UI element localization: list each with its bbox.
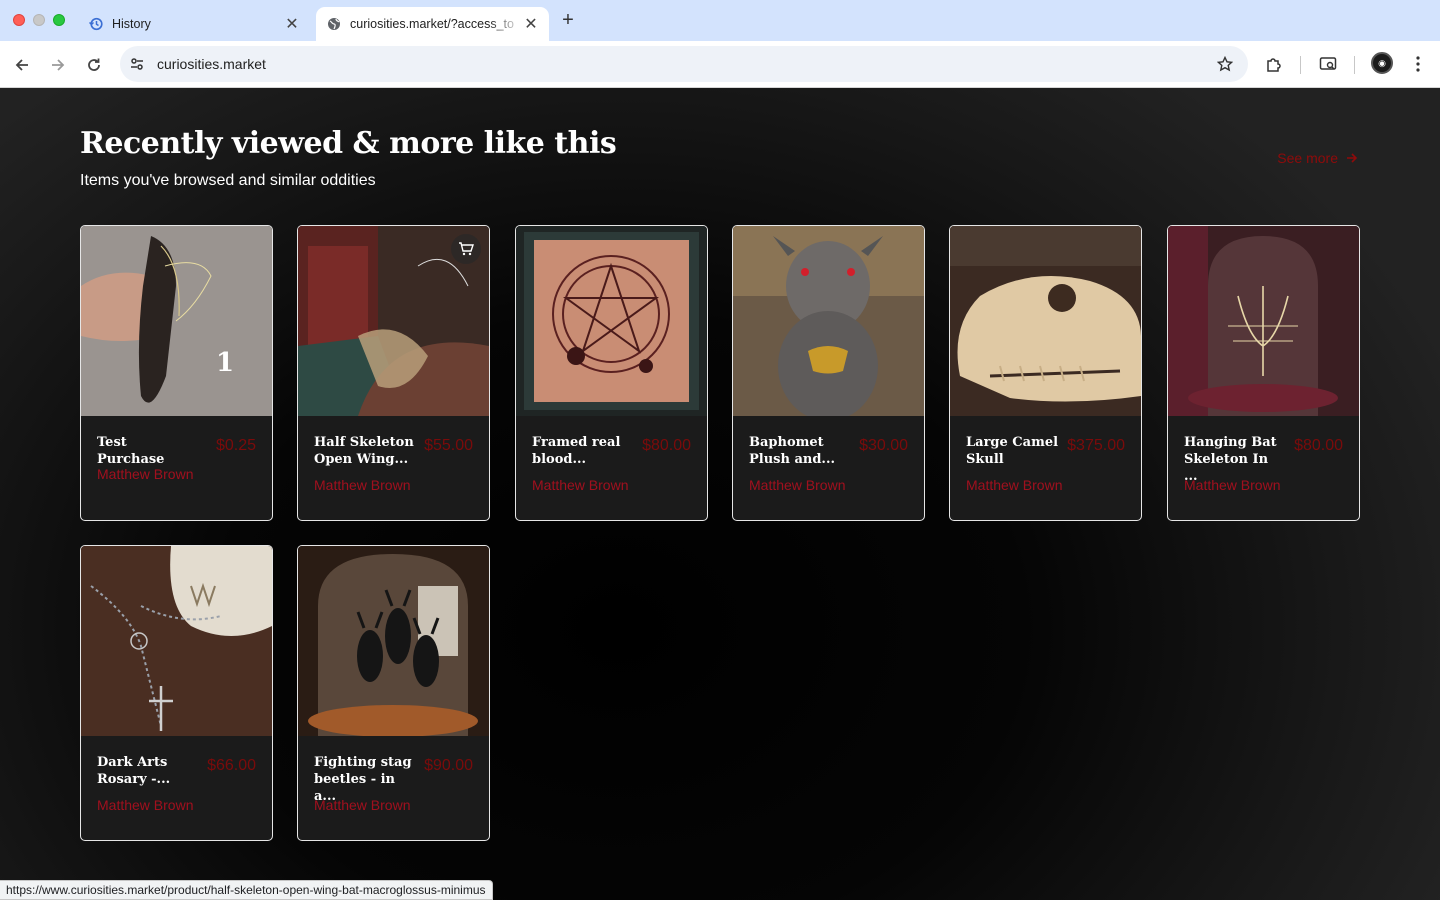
photo-number: 1 xyxy=(216,348,234,378)
product-seller[interactable]: Matthew Brown xyxy=(314,477,410,493)
bookmark-star-icon[interactable] xyxy=(1216,55,1234,73)
product-seller[interactable]: Matthew Brown xyxy=(749,477,845,493)
product-price: $30.00 xyxy=(859,437,908,454)
product-image xyxy=(733,226,924,416)
maximize-window-button[interactable] xyxy=(53,14,65,26)
see-more-label: See more xyxy=(1277,150,1338,166)
product-seller[interactable]: Matthew Brown xyxy=(314,797,410,813)
product-seller[interactable]: Matthew Brown xyxy=(97,797,193,813)
globe-icon xyxy=(326,16,342,32)
product-name[interactable]: Framed real blood... xyxy=(532,434,632,468)
arrow-right-icon xyxy=(1347,153,1358,163)
product-image xyxy=(516,226,707,416)
more-menu-icon[interactable] xyxy=(1407,53,1429,75)
product-card[interactable]: Framed real blood... $80.00 Matthew Brow… xyxy=(515,225,708,521)
product-name[interactable]: Test Purchase xyxy=(97,434,197,468)
arrow-right-icon xyxy=(52,59,65,71)
product-card[interactable]: Large Camel Skull $375.00 Matthew Brown xyxy=(949,225,1142,521)
product-price: $80.00 xyxy=(642,437,691,454)
browser-toolbar: curiosities.market ◉ xyxy=(0,41,1440,88)
close-window-button[interactable] xyxy=(13,14,25,26)
address-bar[interactable]: curiosities.market xyxy=(120,46,1248,82)
minimize-window-button[interactable] xyxy=(33,14,45,26)
back-button[interactable] xyxy=(10,53,34,77)
product-seller[interactable]: Matthew Brown xyxy=(532,477,628,493)
toolbar-divider xyxy=(1354,56,1355,74)
product-seller[interactable]: Matthew Brown xyxy=(97,466,193,482)
section-title: Recently viewed & more like this xyxy=(80,126,617,161)
reload-button[interactable] xyxy=(82,53,106,77)
tab-search-icon[interactable] xyxy=(1317,53,1339,75)
product-seller[interactable]: Matthew Brown xyxy=(1184,477,1280,493)
product-card[interactable]: Dark Arts Rosary -... $66.00 Matthew Bro… xyxy=(80,545,273,841)
url-text: curiosities.market xyxy=(157,56,266,72)
tab-title: History xyxy=(112,17,151,31)
product-name[interactable]: Baphomet Plush and... xyxy=(749,434,849,468)
product-price: $66.00 xyxy=(207,757,256,774)
product-image: 1 xyxy=(81,226,272,416)
product-image xyxy=(950,226,1141,416)
product-price: $0.25 xyxy=(215,437,256,454)
new-tab-button[interactable]: + xyxy=(558,9,578,31)
history-icon xyxy=(88,16,104,32)
product-card[interactable]: Half Skeleton Open Wing... $55.00 Matthe… xyxy=(297,225,490,521)
close-tab-icon[interactable]: ✕ xyxy=(284,16,300,33)
browser-tab-bar: History ✕ curiosities.market/?access_to … xyxy=(0,0,1440,41)
link-status-bar: https://www.curiosities.market/product/h… xyxy=(0,880,493,900)
product-image xyxy=(81,546,272,736)
product-price: $90.00 xyxy=(424,757,473,774)
page-content: Recently viewed & more like this Items y… xyxy=(0,88,1440,900)
product-price: $80.00 xyxy=(1294,437,1343,454)
profile-avatar[interactable]: ◉ xyxy=(1371,52,1393,74)
product-price: $375.00 xyxy=(1067,437,1125,454)
tab-curiosities[interactable]: curiosities.market/?access_to ✕ xyxy=(316,7,549,41)
reload-icon xyxy=(88,58,100,71)
product-name[interactable]: Half Skeleton Open Wing... xyxy=(314,434,414,468)
product-card[interactable]: 1 Test Purchase $0.25 Matthew Brown xyxy=(80,225,273,521)
arrow-left-icon xyxy=(15,59,28,71)
section-subtitle: Items you've browsed and similar odditie… xyxy=(80,172,376,189)
product-card[interactable]: Fighting stag beetles - in a... $90.00 M… xyxy=(297,545,490,841)
toolbar-divider xyxy=(1300,56,1301,74)
tab-history[interactable]: History ✕ xyxy=(78,7,310,41)
extensions-puzzle-icon[interactable] xyxy=(1263,53,1285,75)
see-more-link[interactable]: See more xyxy=(1277,150,1358,166)
product-image xyxy=(298,546,489,736)
product-card[interactable]: Baphomet Plush and... $30.00 Matthew Bro… xyxy=(732,225,925,521)
site-settings-icon[interactable] xyxy=(128,55,146,73)
product-image xyxy=(1168,226,1359,416)
close-tab-icon[interactable]: ✕ xyxy=(523,16,539,33)
product-seller[interactable]: Matthew Brown xyxy=(966,477,1062,493)
cart-icon xyxy=(459,242,474,256)
forward-button[interactable] xyxy=(46,53,70,77)
product-name[interactable]: Large Camel Skull xyxy=(966,434,1066,468)
tab-title: curiosities.market/?access_to xyxy=(350,17,514,31)
add-to-cart-button[interactable] xyxy=(451,234,481,264)
product-price: $55.00 xyxy=(424,437,473,454)
product-card[interactable]: Hanging Bat Skeleton In ... $80.00 Matth… xyxy=(1167,225,1360,521)
product-name[interactable]: Dark Arts Rosary -... xyxy=(97,754,197,788)
